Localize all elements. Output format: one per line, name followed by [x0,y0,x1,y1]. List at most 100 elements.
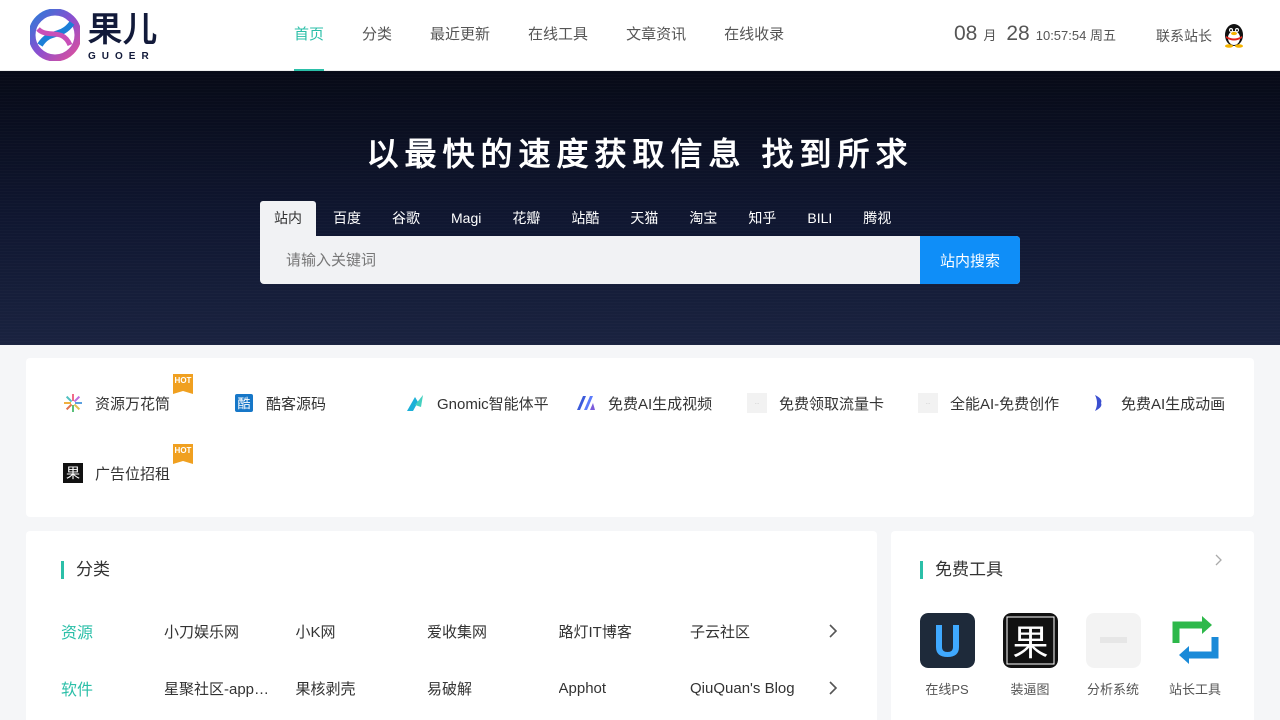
hot-badge: HOT [173,444,193,464]
tool-label: 分析系统 [1086,682,1139,697]
refresh-icon [1168,613,1223,668]
chevron-right-icon[interactable] [825,623,841,639]
ps-icon [919,613,975,668]
quick-link-6[interactable]: ··· 全能AI-免费创作 [918,388,1059,418]
category-link[interactable]: 子云社区 [690,621,822,642]
category-row: 资源 小刀娱乐网 小K网 爱收集网 路灯IT博客 子云社区 [61,619,841,643]
nav-submit-site[interactable]: 在线收录 [705,0,803,71]
gnomic-icon [405,393,425,413]
date-month-unit: 月 [983,28,997,43]
quick-link-5[interactable]: ··· 免费领取流量卡 [747,388,884,418]
category-link[interactable]: 爱收集网 [427,621,559,642]
category-link[interactable]: 小刀娱乐网 [164,621,296,642]
svg-text:酷: 酷 [237,397,250,412]
search-tab-bili[interactable]: BILI [793,201,846,236]
quick-link-label: Gnomic智能体平 [437,395,549,413]
search-tab-zhihu[interactable]: 知乎 [734,201,790,236]
nav-home[interactable]: 首页 [275,0,343,71]
date-time: 10:57:54 周五 [1035,28,1116,43]
tool-zhuangbi-image[interactable]: 果 装逼图 [995,613,1065,698]
nav-online-tools[interactable]: 在线工具 [509,0,607,71]
category-link[interactable]: 路灯IT博客 [559,621,691,642]
category-name[interactable]: 软件 [61,676,164,700]
tool-analysis-system[interactable]: 分析系统 [1078,613,1148,698]
search-tab-google[interactable]: 谷歌 [378,201,434,236]
quick-link-7[interactable]: 免费AI生成动画 [1089,388,1225,418]
quick-link-label: 广告位招租 [95,465,171,483]
brand-name: 果儿 [88,11,158,49]
ai-video-icon [576,393,596,413]
search-tab-huaban[interactable]: 花瓣 [498,201,554,236]
category-link[interactable]: QiuQuan's Blog [690,680,822,697]
nav-category[interactable]: 分类 [343,0,411,71]
ai-anim-icon [1089,393,1109,413]
quick-link-label: 全能AI-免费创作 [950,395,1060,413]
hero-title: 以最快的速度获取信息 找到所求 [366,136,914,172]
nav-recent[interactable]: 最近更新 [411,0,509,71]
placeholder-icon: ··· [747,393,767,413]
search-box: 站内搜索 [260,236,1020,284]
svg-text:果: 果 [66,466,80,482]
quick-link-3[interactable]: Gnomic智能体平 [405,388,549,418]
tool-online-ps[interactable]: 在线PS [912,613,982,698]
quick-link-label: 免费AI生成动画 [1121,395,1226,413]
quick-link-2[interactable]: 酷 酷客源码 [234,388,326,418]
category-link[interactable]: 星聚社区-app… [164,678,296,699]
brand-subtitle: GUOER [88,51,155,62]
date-display: 08 月 28 10:57:54 周五 [954,22,1116,46]
qq-penguin-icon[interactable] [1222,22,1246,48]
quick-link-1[interactable]: 资源万花筒 HOT [63,374,193,418]
tool-label: 站长工具 [1168,682,1221,697]
logo-swirl-icon [30,9,80,61]
svg-text:果: 果 [1012,623,1048,664]
category-link[interactable]: 易破解 [427,678,559,699]
chevron-right-icon[interactable] [1213,553,1225,567]
search-tab-zcool[interactable]: 站酷 [557,201,613,236]
search-tab-baidu[interactable]: 百度 [319,201,375,236]
free-tools-card: 免费工具 在线PS 果 装逼图 分析系统 站长工具 [891,531,1254,720]
placeholder-icon: ··· [918,393,938,413]
category-name[interactable]: 资源 [61,619,164,643]
ku-icon: 酷 [234,393,254,413]
chevron-right-icon[interactable] [825,680,841,696]
category-link[interactable]: 小K网 [296,621,428,642]
tool-label: 在线PS [925,682,969,697]
quick-link-label: 资源万花筒 [95,395,171,413]
hot-badge: HOT [173,374,193,394]
quick-link-label: 免费AI生成视频 [608,395,713,413]
quick-link-8[interactable]: 果 广告位招租 HOT [63,444,193,488]
quick-links-card: 资源万花筒 HOT 酷 酷客源码 Gnomic智能体平 免费AI生成视频 ···… [26,358,1254,517]
tools-title: 免费工具 [920,560,1003,580]
search-input[interactable] [260,236,920,284]
search-engine-tabs: 站内 百度 谷歌 Magi 花瓣 站酷 天猫 淘宝 知乎 BILI 腾视 [260,201,908,236]
contact-link[interactable]: 联系站长 [1156,26,1212,46]
search-tab-tmall[interactable]: 天猫 [616,201,672,236]
category-link[interactable]: 果核剥壳 [296,678,428,699]
category-row: 软件 星聚社区-app… 果核剥壳 易破解 Apphot QiuQuan's B… [61,676,841,700]
tool-label: 装逼图 [1010,682,1050,697]
quick-link-label: 酷客源码 [266,395,327,413]
placeholder-icon [1085,613,1141,668]
svg-text:···: ··· [755,401,760,407]
search-tab-magi[interactable]: Magi [437,201,495,236]
quick-link-label: 免费领取流量卡 [779,395,885,413]
search-tab-site[interactable]: 站内 [260,201,316,236]
svg-text:···: ··· [926,401,931,407]
site-logo[interactable]: 果儿 GUOER [30,9,160,63]
quick-link-4[interactable]: 免费AI生成视频 [576,388,712,418]
search-tab-taobao[interactable]: 淘宝 [675,201,731,236]
nav-articles[interactable]: 文章资讯 [607,0,705,71]
category-link[interactable]: Apphot [559,680,691,697]
date-month: 08 [954,22,978,45]
category-card: 分类 资源 小刀娱乐网 小K网 爱收集网 路灯IT博客 子云社区 软件 星聚社区… [26,531,877,720]
guo-icon: 果 [1002,613,1058,668]
site-header: 果儿 GUOER 首页 分类 最近更新 在线工具 文章资讯 在线收录 08 月 … [0,0,1280,71]
search-button[interactable]: 站内搜索 [920,236,1020,284]
category-title: 分类 [61,560,110,580]
tool-webmaster[interactable]: 站长工具 [1160,613,1230,698]
search-tab-tengshi[interactable]: 腾视 [849,201,905,236]
guo-icon: 果 [63,463,83,483]
hero-banner: 以最快的速度获取信息 找到所求 站内 百度 谷歌 Magi 花瓣 站酷 天猫 淘… [0,71,1280,345]
flower-icon [63,393,83,413]
date-day: 28 [1006,22,1030,45]
